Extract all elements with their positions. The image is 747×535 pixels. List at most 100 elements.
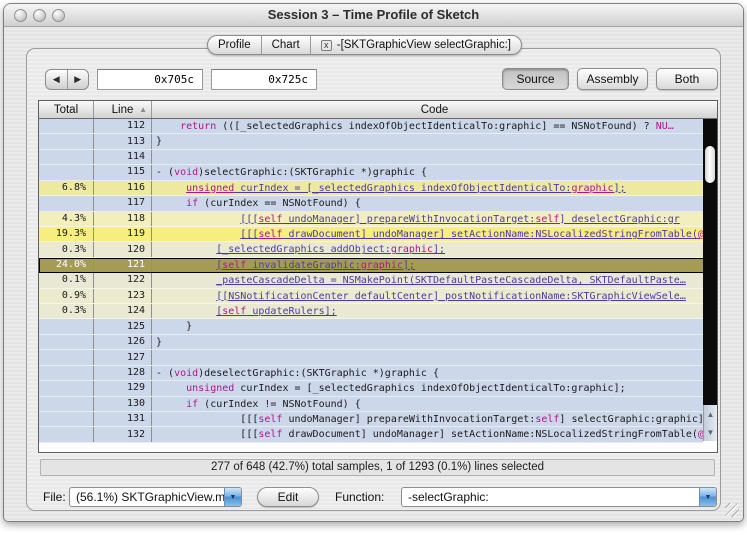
- code-table: Total Line ▲ Code 112 return (([_selecte…: [38, 100, 718, 453]
- assembly-view-button[interactable]: Assembly: [577, 68, 648, 90]
- code-cell: [self updateRulers];: [216, 306, 337, 318]
- edit-button[interactable]: Edit: [257, 487, 319, 507]
- table-row[interactable]: 114: [39, 149, 717, 166]
- code-cell: _pasteCascadeDelta = NSMakePoint(SKTDefa…: [216, 275, 686, 287]
- line-number-cell: 121: [94, 257, 152, 273]
- scroll-up-button[interactable]: ▲: [704, 405, 717, 423]
- line-number-cell: 131: [94, 412, 152, 427]
- scroll-up-icon: ▲: [706, 409, 715, 419]
- history-nav: ◀ ▶: [45, 69, 89, 90]
- tab-chart[interactable]: Chart: [262, 36, 311, 54]
- total-cell: [39, 427, 94, 442]
- column-header-line[interactable]: Line ▲: [94, 101, 152, 118]
- code-cell: if (curIndex != NSNotFound) {: [186, 398, 361, 410]
- total-cell: [39, 412, 94, 427]
- total-cell: [39, 119, 94, 134]
- table-row[interactable]: 132 [[[self drawDocument] undoManager] s…: [39, 427, 717, 443]
- line-number-cell: 132: [94, 427, 152, 442]
- tab-code-browser[interactable]: x -[SKTGraphicView selectGraphic:]: [311, 36, 521, 54]
- close-tab-icon[interactable]: x: [320, 39, 332, 51]
- column-header-code[interactable]: Code: [152, 101, 717, 118]
- vertical-scrollbar-track[interactable]: [703, 119, 717, 405]
- table-row[interactable]: 130 if (curIndex != NSNotFound) {: [39, 396, 717, 413]
- app-window: Session 3 – Time Profile of Sketch Profi…: [3, 3, 744, 522]
- total-cell: 24.0%: [39, 257, 94, 273]
- table-row[interactable]: 128 - (void)deselectGraphic:(SKTGraphic *…: [39, 365, 717, 382]
- back-button[interactable]: ◀: [46, 70, 68, 89]
- total-cell: [39, 334, 94, 350]
- file-popup-arrow-icon[interactable]: ▼: [224, 488, 241, 506]
- table-row[interactable]: 117 if (curIndex == NSNotFound) {: [39, 196, 717, 212]
- table-row[interactable]: 0.9% 123 [[NSNotificationCenter defaultCe…: [39, 288, 717, 305]
- table-row[interactable]: 125 }: [39, 319, 717, 335]
- table-row[interactable]: 6.8% 116 unsigned curIndex = [_selectedGr…: [39, 180, 717, 197]
- tab-profile[interactable]: Profile: [208, 36, 262, 54]
- code-cell: [[[self drawDocument] undoManager] setAc…: [240, 228, 710, 240]
- code-table-body: 112 return (([_selectedGraphics indexOfO…: [39, 119, 717, 443]
- line-number-cell: 128: [94, 365, 152, 381]
- line-number-cell: 116: [94, 180, 152, 196]
- table-row[interactable]: 127: [39, 350, 717, 366]
- table-row[interactable]: 113}: [39, 134, 717, 150]
- function-popup[interactable]: -selectGraphic: ▼: [401, 487, 717, 507]
- table-row[interactable]: 19.3% 119 [[[self drawDocument] undoManag…: [39, 226, 717, 243]
- line-number-cell: 130: [94, 396, 152, 412]
- scroll-down-button[interactable]: ▼: [704, 423, 717, 441]
- line-number-cell: 115: [94, 165, 152, 180]
- table-row[interactable]: 112 return (([_selectedGraphics indexOfO…: [39, 119, 717, 135]
- scrollbar-gap: [703, 441, 717, 452]
- total-cell: [39, 350, 94, 365]
- total-cell: 0.9%: [39, 288, 94, 304]
- function-popup-arrow-icon[interactable]: ▼: [699, 488, 716, 506]
- line-number-cell: 123: [94, 288, 152, 304]
- table-row[interactable]: 126}: [39, 334, 717, 351]
- content-panel: ◀ ▶ Source Assembly Both Total Line ▲ Co…: [26, 48, 721, 511]
- table-row[interactable]: 131 [[[self undoManager] prepareWithInvo…: [39, 412, 717, 428]
- code-cell: unsigned curIndex = [_selectedGraphics i…: [186, 182, 626, 194]
- resize-grip-icon[interactable]: [725, 503, 739, 517]
- total-cell: [39, 396, 94, 412]
- address-start-field[interactable]: [97, 69, 203, 90]
- code-cell: [152, 150, 717, 164]
- file-popup-value: (56.1%) SKTGraphicView.m: [76, 490, 224, 504]
- scrollbar-buttons: ▲ ▼: [703, 405, 717, 441]
- table-row[interactable]: 115 - (void)selectGraphic:(SKTGraphic *)g…: [39, 165, 717, 181]
- function-label: Function:: [335, 490, 385, 504]
- line-number-cell: 122: [94, 273, 152, 288]
- code-cell: [_selectedGraphics addObject:graphic];: [216, 244, 446, 256]
- total-cell: 0.3%: [39, 304, 94, 319]
- code-cell: [152, 350, 717, 364]
- total-cell: 4.3%: [39, 211, 94, 226]
- code-cell: unsigned curIndex = [_selectedGraphics i…: [186, 383, 626, 395]
- table-row[interactable]: 129 unsigned curIndex = [_selectedGraphi…: [39, 381, 717, 397]
- scroll-down-icon: ▼: [706, 427, 715, 437]
- function-popup-value: -selectGraphic:: [408, 490, 489, 504]
- table-row[interactable]: 0.3% 124 [self updateRulers];: [39, 304, 717, 320]
- vertical-scrollbar-thumb[interactable]: [705, 146, 715, 183]
- address-end-field[interactable]: [211, 69, 317, 90]
- line-number-cell: 112: [94, 119, 152, 134]
- code-cell: return (([_selectedGraphics indexOfObjec…: [180, 121, 674, 132]
- total-cell: [39, 319, 94, 334]
- both-view-button[interactable]: Both: [656, 68, 718, 90]
- file-popup[interactable]: (56.1%) SKTGraphicView.m ▼: [69, 487, 242, 507]
- table-row[interactable]: 0.1% 122 _pasteCascadeDelta = NSMakePoint…: [39, 273, 717, 289]
- table-row[interactable]: 4.3% 118 [[[self undoManager] prepareWith…: [39, 211, 717, 227]
- title-bar[interactable]: Session 3 – Time Profile of Sketch: [4, 4, 743, 27]
- code-cell: [[[self undoManager] prepareWithInvocati…: [240, 414, 710, 426]
- tab-label: Chart: [271, 39, 300, 51]
- source-view-button[interactable]: Source: [502, 68, 569, 90]
- table-row[interactable]: 0.3% 120 [_selectedGraphics addObject:gra…: [39, 242, 717, 258]
- table-row[interactable]: 24.0% 121 [self invalidateGraphic:graphic…: [39, 257, 717, 274]
- line-number-cell: 118: [94, 211, 152, 226]
- code-cell: }: [156, 336, 163, 348]
- column-header-total[interactable]: Total: [39, 101, 94, 118]
- tab-bar: Profile Chart x -[SKTGraphicView selectG…: [207, 35, 523, 55]
- line-number-cell: 127: [94, 350, 152, 365]
- back-arrow-icon: ◀: [52, 74, 60, 84]
- code-cell: [self invalidateGraphic:graphic];: [216, 259, 415, 271]
- line-number-cell: 125: [94, 319, 152, 334]
- code-cell: - (void)selectGraphic:(SKTGraphic *)grap…: [156, 167, 427, 179]
- forward-button[interactable]: ▶: [68, 70, 89, 89]
- tab-label: Profile: [218, 39, 251, 51]
